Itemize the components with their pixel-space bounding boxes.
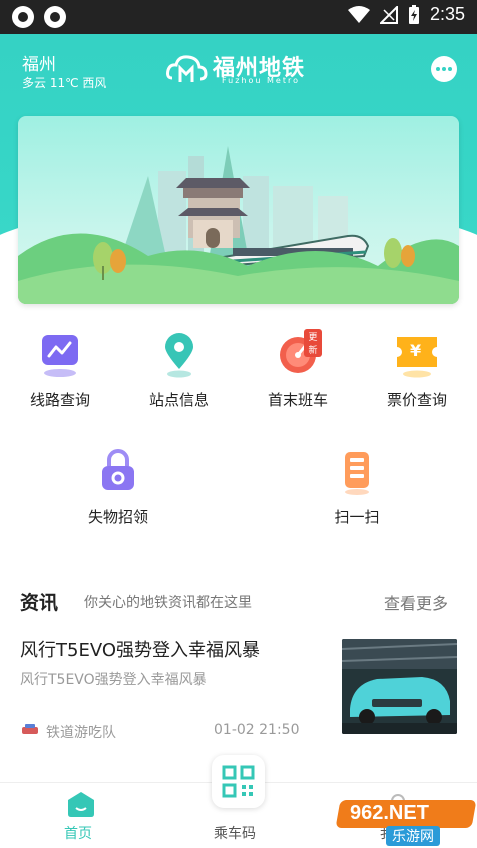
status-time: 2:35 <box>429 4 465 24</box>
lock-bag-icon <box>94 448 142 496</box>
message-button[interactable] <box>431 56 457 82</box>
ticket-yen-icon: ¥ <box>393 331 441 379</box>
menu-lost-and-found[interactable]: 失物招领 <box>58 448 178 527</box>
status-indicators: 2:35 <box>347 4 465 25</box>
article-source: 铁道游吃队 <box>46 725 116 741</box>
watermark-sub: 乐游网 <box>386 826 440 846</box>
line-chart-icon <box>36 331 84 379</box>
qr-code-icon <box>222 765 255 798</box>
location-pin-icon <box>155 331 203 379</box>
article-thumbnail[interactable] <box>342 639 457 734</box>
app-screen: 2:35 福州 多云 11℃ 西风 福州地铁 Fuzhou Metro 线路查询… <box>0 0 477 848</box>
dot <box>448 67 452 71</box>
watermark-text: 962.NET <box>350 802 429 824</box>
nav-home-label[interactable]: 首页 <box>64 823 92 843</box>
weather-info: 多云 11℃ 西风 <box>22 76 107 90</box>
status-bar: 2:35 <box>0 0 477 34</box>
article-desc: 风行T5EVO强势登入幸福风暴 <box>20 672 207 688</box>
wifi-icon <box>347 5 370 23</box>
source-avatar-icon <box>22 724 38 734</box>
home-icon <box>68 792 94 817</box>
article-title[interactable]: 风行T5EVO强势登入幸福风暴 <box>20 636 260 662</box>
banner-carousel[interactable] <box>18 116 459 304</box>
metro-logo-en: Fuzhou Metro <box>222 76 300 85</box>
menu-fare-query[interactable]: ¥ 票价查询 <box>357 331 477 410</box>
menu-label: 票价查询 <box>386 391 447 409</box>
battery-icon <box>408 4 419 24</box>
yen-symbol: ¥ <box>410 341 422 360</box>
notification-icon <box>44 6 66 28</box>
menu-line-query[interactable]: 线路查询 <box>0 331 120 410</box>
menu-label: 扫一扫 <box>334 508 380 526</box>
menu-first-last-train[interactable]: 更新 首末班车 <box>238 329 358 410</box>
menu-label: 失物招领 <box>87 508 148 526</box>
menu-label: 首末班车 <box>267 391 328 409</box>
scan-phone-icon <box>333 448 381 496</box>
notification-icon <box>12 6 34 28</box>
watermark: 962.NET 乐游网 <box>335 800 477 846</box>
speedometer-icon: 更新 <box>274 329 322 379</box>
article-time: 01-02 21:50 <box>214 722 300 738</box>
status-notifications <box>12 6 66 28</box>
menu-scan[interactable]: 扫一扫 <box>297 448 417 527</box>
nav-qr-label[interactable]: 乘车码 <box>214 823 256 843</box>
city-selector[interactable]: 福州 <box>22 50 56 75</box>
menu-label: 线路查询 <box>29 391 90 409</box>
news-section-subtitle: 你关心的地铁资讯都在这里 <box>84 595 252 611</box>
menu-label: 站点信息 <box>148 391 209 409</box>
nav-qr-button[interactable] <box>212 755 265 808</box>
news-more-link[interactable]: 查看更多 <box>384 590 448 614</box>
dot <box>436 67 440 71</box>
menu-station-info[interactable]: 站点信息 <box>119 331 239 410</box>
news-section-title: 资讯 <box>20 592 59 614</box>
update-badge: 更新 <box>304 329 322 357</box>
signal-icon <box>379 5 398 24</box>
dot <box>442 67 446 71</box>
banner-illustration <box>18 146 459 304</box>
